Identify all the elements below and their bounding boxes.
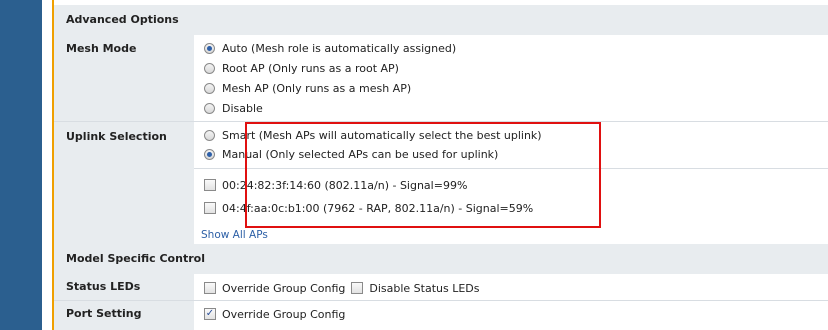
option-label: Auto (Mesh role is automatically assigne… [222,41,457,55]
settings-panel: Advanced Options Mesh Mode Auto (Mesh ro… [54,0,828,330]
checkbox-icon[interactable] [204,282,216,294]
checkbox-icon[interactable] [204,179,216,191]
uplink-selection-label: Uplink Selection [54,122,194,244]
mesh-mode-disable-option[interactable]: Disable [204,99,263,117]
override-label: Override Group Config [222,307,346,321]
radio-icon[interactable] [204,148,215,160]
radio-icon[interactable] [204,129,215,141]
sidebar-strip [0,0,42,330]
radio-icon[interactable] [204,102,215,114]
radio-icon[interactable] [204,62,215,74]
checkbox-checked-icon[interactable]: ✓ [204,308,216,320]
mesh-mode-label: Mesh Mode [54,35,194,121]
status-leds-label: Status LEDs [54,274,194,300]
option-label: Mesh AP (Only runs as a mesh AP) [222,81,412,95]
disable-status-leds-label: Disable Status LEDs [369,281,480,295]
port-setting-label: Port Setting [54,301,194,330]
radio-icon[interactable] [204,42,215,54]
show-all-aps-link[interactable]: Show All APs [201,229,268,241]
status-leds-controls: Override Group Config Disable Status LED… [204,279,480,297]
checkbox-icon[interactable] [351,282,364,294]
model-specific-header: Model Specific Control [54,244,828,274]
sidebar-gap [42,0,52,330]
mesh-mode-root-option[interactable]: Root AP (Only runs as a root AP) [204,59,399,77]
port-setting-override[interactable]: ✓ Override Group Config [204,305,345,323]
mesh-mode-mesh-option[interactable]: Mesh AP (Only runs as a mesh AP) [204,79,411,97]
advanced-options-header: Advanced Options [54,5,828,35]
mesh-mode-auto-option[interactable]: Auto (Mesh role is automatically assigne… [204,39,456,57]
option-label: Disable [222,101,263,115]
radio-icon[interactable] [204,82,215,94]
checkbox-icon[interactable] [204,202,216,214]
highlight-box [245,122,601,228]
override-label: Override Group Config [222,281,346,295]
option-label: Root AP (Only runs as a root AP) [222,61,399,75]
